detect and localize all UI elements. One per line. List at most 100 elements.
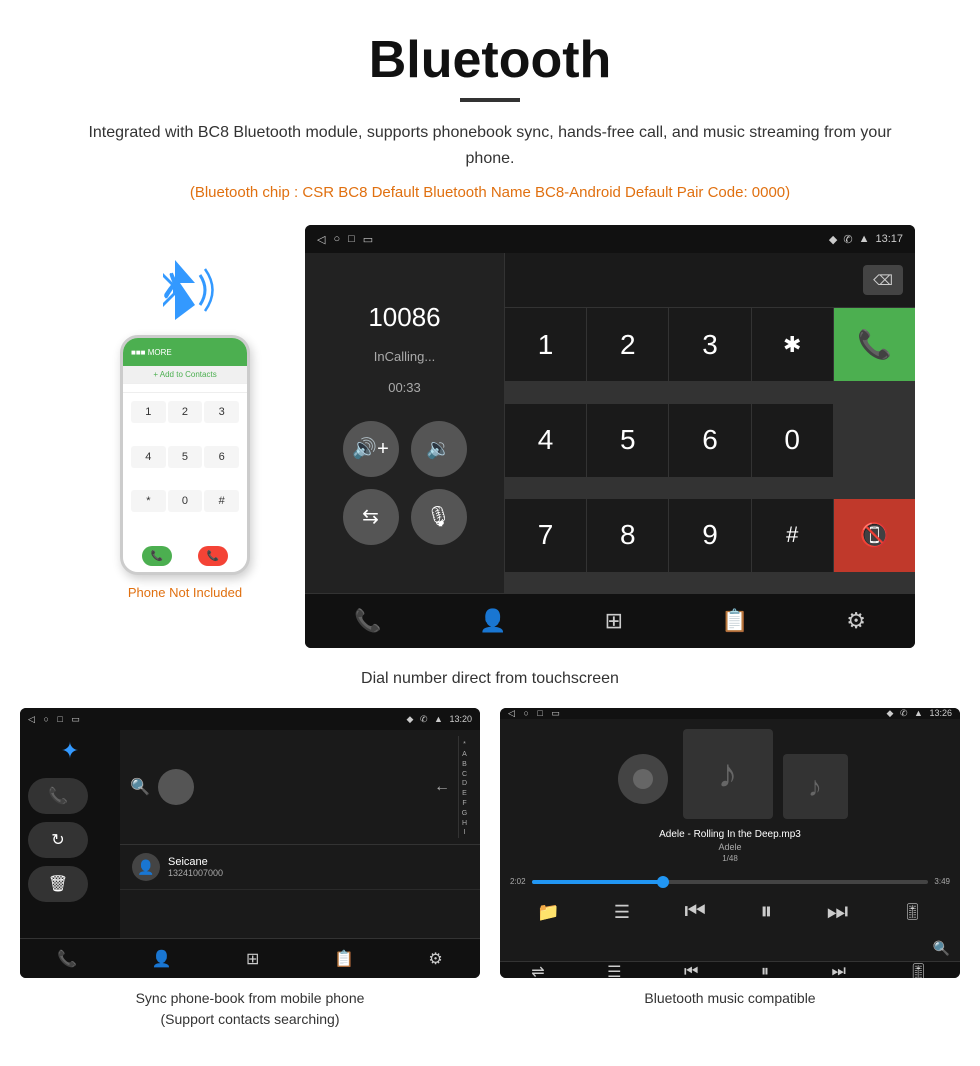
play-pause-button[interactable]: ⏸	[760, 898, 772, 926]
next-track-button[interactable]: ⏭	[827, 898, 849, 926]
contacts-nav-phone[interactable]: 📞	[57, 949, 77, 969]
phone-end-button[interactable]: 📞	[198, 546, 228, 566]
phone-key-4[interactable]: 4	[131, 446, 166, 468]
phone-bottom-row: 📞 📞	[123, 540, 247, 572]
keypad-9[interactable]: 9	[669, 499, 750, 572]
music-song-title: Adele - Rolling In the Deep.mp3	[659, 829, 801, 840]
prev-track-button[interactable]: ⏮	[684, 898, 706, 926]
contacts-wifi: ▲	[434, 714, 443, 724]
keypad-2[interactable]: 2	[587, 308, 668, 381]
android-dial-screen: ◁ ○ □ ▭ ◆ ✆ ▲ 13:17 10086 InCalling...	[305, 225, 915, 648]
nav-grid-icon[interactable]: ⊞	[605, 608, 623, 634]
phone-call-button[interactable]: 📞	[142, 546, 172, 566]
contacts-home-icon[interactable]: ○	[43, 714, 48, 724]
transfer-button[interactable]: ⇆	[343, 489, 399, 545]
contacts-screen-item: ◁ ○ □ ▭ ◆ ✆ ▲ 13:20	[20, 708, 480, 1030]
keypad-0[interactable]: 0	[752, 404, 833, 477]
nav-transfer-icon[interactable]: 📋	[721, 608, 748, 634]
back-icon[interactable]: ◁	[317, 233, 325, 246]
progress-track[interactable]	[532, 880, 929, 884]
phone-mockup: ■■■ MORE + Add to Contacts 1 2 3 4 5 6 *…	[120, 335, 250, 575]
page-title: Bluetooth	[0, 0, 980, 98]
back-arrow-icon[interactable]: ←	[434, 778, 450, 796]
volume-up-button[interactable]: 🔊+	[343, 421, 399, 477]
music-home-icon[interactable]: ○	[523, 708, 528, 718]
keypad-1[interactable]: 1	[505, 308, 586, 381]
keypad-call-button[interactable]: 📞	[834, 308, 915, 381]
music-nav-next[interactable]: ⏭	[831, 963, 845, 978]
contacts-nav-settings[interactable]: ⚙	[428, 949, 442, 969]
apps-icon[interactable]: □	[348, 233, 355, 246]
disc-inner-left	[633, 769, 653, 789]
music-nav-icons: ◁ ○ □ ▭	[508, 708, 560, 719]
phone-key-2[interactable]: 2	[168, 401, 203, 423]
music-call-icon: ✆	[900, 708, 908, 718]
nav-settings-icon[interactable]: ⚙	[846, 608, 866, 634]
volume-down-button[interactable]: 🔉	[411, 421, 467, 477]
phone-key-3[interactable]: 3	[204, 401, 239, 423]
backspace-button[interactable]: ⌫	[863, 265, 903, 295]
music-apps-icon[interactable]: □	[537, 708, 542, 718]
phone-key-7[interactable]: *	[131, 490, 166, 512]
phone-display	[123, 384, 247, 393]
contacts-sidebar: ✦ 📞 ↻ 🗑	[20, 730, 120, 938]
music-nav-prev[interactable]: ⏮	[684, 963, 698, 978]
caption-dial: Dial number direct from touchscreen	[361, 670, 619, 688]
music-search-icon[interactable]: 🔍	[933, 940, 950, 957]
alpha-e: E	[462, 789, 467, 799]
top-section: ✗ ■■■ MORE + Add to Contacts	[20, 225, 960, 648]
music-back-icon[interactable]: ◁	[508, 708, 515, 718]
music-nav-list2[interactable]: ☰	[607, 962, 621, 978]
disc-left	[613, 739, 673, 819]
sidebar-bluetooth-icon: ✦	[28, 738, 112, 764]
contacts-call-icon: ✆	[420, 714, 428, 724]
gps-icon: ◆	[829, 233, 837, 246]
progress-fill	[532, 880, 663, 884]
nav-contact-icon[interactable]: 👤	[479, 608, 506, 634]
contacts-nav-transfer[interactable]: 📋	[334, 949, 354, 969]
keypad-7[interactable]: 7	[505, 499, 586, 572]
alpha-c: C	[462, 770, 467, 780]
music-nav-play[interactable]: ⏸	[761, 963, 769, 978]
alpha-f: F	[462, 799, 466, 809]
sidebar-phone-icon[interactable]: 📞	[28, 778, 88, 814]
keypad-end-button[interactable]: 📵	[834, 499, 915, 572]
phone-key-9[interactable]: #	[204, 490, 239, 512]
equalizer-icon[interactable]: 🎚	[903, 902, 923, 922]
home-icon[interactable]: ○	[333, 233, 340, 246]
status-info: ◆ ✆ ▲ 13:17	[829, 233, 903, 246]
contact-number: 13241007000	[168, 868, 468, 878]
keypad-hash[interactable]: #	[752, 499, 833, 572]
phone-key-6[interactable]: 6	[204, 446, 239, 468]
phone-key-8[interactable]: 0	[168, 490, 203, 512]
keypad-5[interactable]: 5	[587, 404, 668, 477]
keypad-6[interactable]: 6	[669, 404, 750, 477]
keypad-4[interactable]: 4	[505, 404, 586, 477]
phone-bar-text: ■■■ MORE	[131, 348, 172, 357]
music-nav-shuffle[interactable]: ⇌	[531, 962, 544, 978]
contacts-nav-grid[interactable]: ⊞	[246, 949, 259, 969]
sidebar-delete-icon[interactable]: 🗑	[28, 866, 88, 902]
keypad-8[interactable]: 8	[587, 499, 668, 572]
contact-list-item[interactable]: 👤 Seicane 13241007000	[120, 845, 480, 890]
nav-phone-icon[interactable]: 📞	[354, 608, 381, 634]
contacts-apps-icon[interactable]: □	[57, 714, 62, 724]
sidebar-refresh-icon[interactable]: ↻	[28, 822, 88, 858]
folder-icon[interactable]: 📁	[537, 902, 559, 923]
alpha-d: D	[462, 779, 467, 789]
contacts-nav-contact[interactable]: 👤	[152, 949, 172, 969]
list-icon[interactable]: ☰	[614, 902, 630, 923]
contacts-back-icon[interactable]: ◁	[28, 714, 35, 724]
search-input-area[interactable]	[158, 769, 194, 805]
phone-key-5[interactable]: 5	[168, 446, 203, 468]
music-track-info: 1/48	[659, 854, 801, 863]
music-nav-eq[interactable]: 🎚	[908, 962, 928, 978]
keypad-3[interactable]: 3	[669, 308, 750, 381]
contacts-nav-icons: ◁ ○ □ ▭	[28, 714, 80, 725]
keypad-star[interactable]: ✱	[752, 308, 833, 381]
search-icon[interactable]: 🔍	[130, 777, 150, 797]
music-status-right: ◆ ✆ ▲ 13:26	[887, 708, 952, 719]
phone-key-1[interactable]: 1	[131, 401, 166, 423]
content-area: ✗ ■■■ MORE + Add to Contacts	[0, 225, 980, 1030]
mic-button[interactable]: 🎙	[411, 489, 467, 545]
